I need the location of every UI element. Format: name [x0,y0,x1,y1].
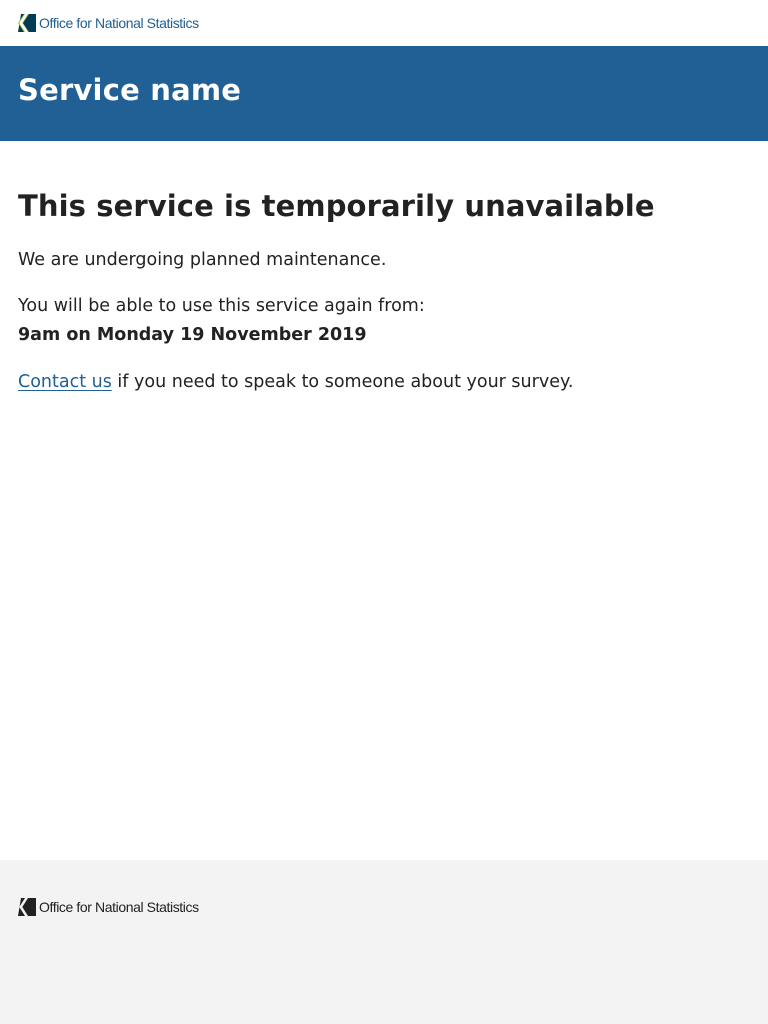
availability-message: You will be able to use this service aga… [18,292,425,350]
ons-logo-icon [18,14,36,32]
footer-ons-logo-link[interactable]: Office for National Statistics [18,898,199,916]
ons-logo-icon [18,898,36,916]
site-footer: Office for National Statistics [0,860,768,1024]
footer-logo-text-bold: National Statistics [95,899,199,915]
service-name[interactable]: Service name [18,72,241,108]
service-masthead: Service name [0,46,768,141]
availability-label: You will be able to use this service aga… [18,296,425,316]
footer-logo-text: Office for National Statistics [39,898,199,916]
site-header: Office for National Statistics [0,0,768,46]
contact-suffix: if you need to speak to someone about yo… [111,372,574,392]
page-title: This service is temporarily unavailable [18,189,655,223]
footer-logo-text-light: Office for [39,899,96,915]
ons-logo-text: Office for National Statistics [39,14,199,32]
ons-logo-link[interactable]: Office for National Statistics [18,14,199,32]
logo-text-light: Office for [39,15,96,31]
logo-text-bold: National Statistics [95,15,199,31]
contact-us-link[interactable]: Contact us [18,372,112,392]
main-content: This service is temporarily unavailable … [18,186,748,392]
contact-message: Contact us if you need to speak to someo… [18,368,573,397]
page: Office for National Statistics Service n… [0,0,768,1024]
maintenance-message: We are undergoing planned maintenance. [18,250,387,270]
availability-datetime: 9am on Monday 19 November 2019 [18,325,367,345]
